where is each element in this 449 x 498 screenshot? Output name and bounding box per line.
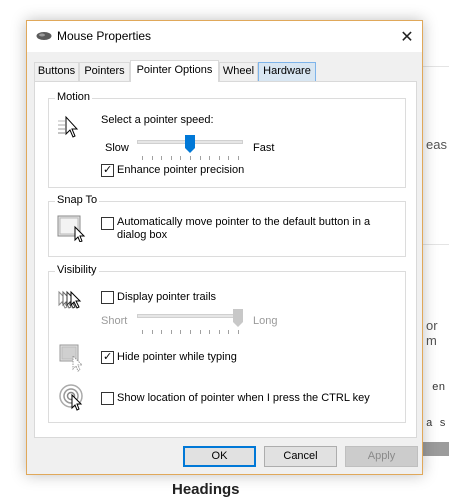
- slider-tick: [199, 330, 201, 334]
- tab-pointer-options[interactable]: Pointer Options: [130, 60, 219, 82]
- pointer-trails-icon: [58, 290, 82, 309]
- slider-tick: [151, 330, 153, 334]
- hide-pointer-checkbox[interactable]: ✓: [101, 351, 114, 364]
- slider-track: [137, 314, 243, 318]
- pointer-speed-icon: [58, 115, 79, 138]
- pointer-speed-label: Select a pointer speed:: [101, 114, 214, 126]
- tab-wheel[interactable]: Wheel: [219, 62, 258, 81]
- pointer-speed-slider[interactable]: [137, 135, 243, 161]
- slider-tick: [180, 330, 182, 334]
- slider-tick: [238, 330, 239, 334]
- visibility-group-label: Visibility: [55, 264, 99, 276]
- bg-code-fragment: en: [432, 382, 446, 394]
- trail-length-slider[interactable]: [137, 309, 243, 335]
- long-label: Long: [253, 315, 278, 327]
- bg-code-fragment: a s: [426, 418, 446, 430]
- hide-pointer-icon: [59, 344, 84, 372]
- show-location-label: Show location of pointer when I press th…: [117, 392, 370, 404]
- slider-tick: [190, 156, 191, 160]
- checkmark-icon: ✓: [103, 164, 113, 176]
- slider-tick: [151, 156, 153, 160]
- show-location-checkbox[interactable]: [101, 392, 114, 405]
- motion-group-label: Motion: [55, 91, 93, 103]
- tab-buttons[interactable]: Buttons: [34, 62, 79, 81]
- snap-to-button-icon: [57, 215, 86, 242]
- slider-tick: [218, 330, 220, 334]
- bg-divider: [423, 244, 449, 245]
- slider-tick: [170, 330, 172, 334]
- bg-text-fragment: eas: [426, 137, 447, 152]
- slow-label: Slow: [105, 142, 129, 154]
- slider-tick: [142, 156, 143, 160]
- fast-label: Fast: [253, 142, 275, 154]
- slider-tick: [218, 156, 220, 160]
- snap-to-label-line2: dialog box: [117, 229, 168, 241]
- slider-tick: [180, 156, 182, 160]
- enhance-precision-label: Enhance pointer precision: [117, 164, 245, 176]
- hide-pointer-label: Hide pointer while typing: [117, 351, 237, 363]
- tab-pointers[interactable]: Pointers: [79, 62, 130, 81]
- slider-tick: [199, 156, 201, 160]
- short-label: Short: [101, 315, 128, 327]
- mouse-properties-dialog: Mouse Properties ✕ Buttons Pointers Poin…: [26, 20, 423, 475]
- slider-tick: [209, 330, 211, 334]
- slider-tick: [170, 156, 172, 160]
- bg-divider: [423, 66, 449, 67]
- bg-text-fragment: or m: [426, 318, 438, 348]
- slider-thumb[interactable]: [233, 309, 243, 327]
- close-button[interactable]: ✕: [392, 21, 422, 52]
- tab-hardware[interactable]: Hardware: [258, 62, 316, 81]
- slider-tick: [142, 330, 143, 334]
- pointer-options-panel: Motion Select a pointer speed: Slow Fast…: [34, 81, 417, 438]
- slider-thumb[interactable]: [185, 135, 195, 153]
- bg-heading: Headings: [172, 481, 240, 498]
- pointer-trails-checkbox[interactable]: [101, 291, 114, 304]
- slider-tick: [190, 330, 191, 334]
- mouse-icon: [36, 32, 52, 40]
- enhance-precision-checkbox[interactable]: ✓: [101, 164, 114, 177]
- pointer-trails-label: Display pointer trails: [117, 291, 217, 303]
- slider-tick: [209, 156, 211, 160]
- show-location-icon: [59, 384, 83, 411]
- window-title: Mouse Properties: [57, 29, 152, 43]
- snap-to-group: Snap To Automatically move pointer to th…: [48, 194, 406, 257]
- snap-to-group-label: Snap To: [55, 194, 100, 206]
- cancel-button[interactable]: Cancel: [264, 446, 337, 467]
- checkmark-icon: ✓: [103, 351, 113, 363]
- motion-group: Motion Select a pointer speed: Slow Fast…: [48, 91, 406, 188]
- slider-tick: [161, 330, 163, 334]
- close-icon: ✕: [400, 28, 414, 46]
- visibility-group: Visibility Display pointer trails Short …: [48, 264, 406, 423]
- title-bar: Mouse Properties ✕: [27, 21, 422, 52]
- ok-button[interactable]: OK: [183, 446, 256, 467]
- snap-to-label-line1: Automatically move pointer to the defaul…: [117, 216, 371, 228]
- snap-to-checkbox[interactable]: [101, 217, 114, 230]
- slider-tick: [161, 156, 163, 160]
- slider-tick: [228, 156, 230, 160]
- apply-button[interactable]: Apply: [345, 446, 418, 467]
- slider-tick: [238, 156, 239, 160]
- bg-scrollbar: [423, 442, 449, 456]
- slider-tick: [228, 330, 230, 334]
